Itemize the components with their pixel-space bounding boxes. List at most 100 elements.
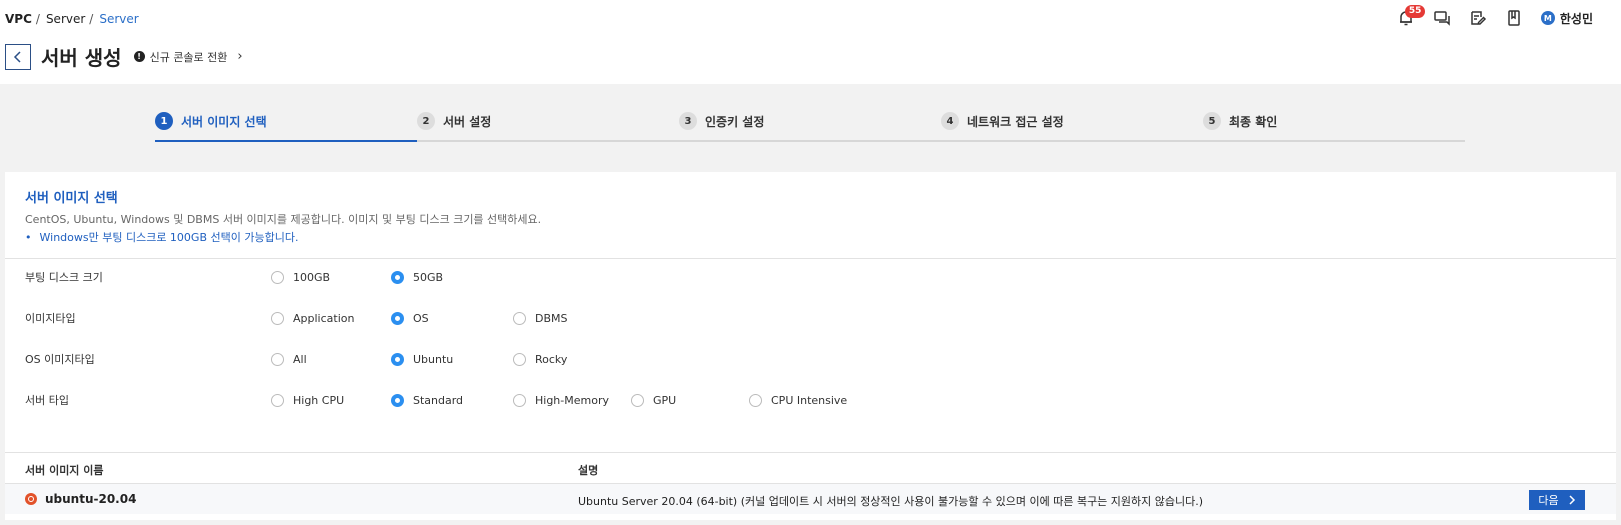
radio-image-application[interactable]: Application xyxy=(271,311,355,325)
section-note: Windows만 부팅 디스크로 100GB 선택이 가능합니다. xyxy=(25,229,299,245)
radio-circle xyxy=(749,393,762,407)
step-label: 인증키 설정 xyxy=(705,114,765,129)
server-type-row: 서버 타입 High CPU Standard High-Memory GPU … xyxy=(25,391,1525,409)
radio-circle xyxy=(391,352,404,366)
image-type-row: 이미지타입 Application OS DBMS xyxy=(25,309,1525,327)
radio-circle xyxy=(513,352,526,366)
boot-disk-label: 부팅 디스크 크기 xyxy=(25,271,103,284)
breadcrumb-server[interactable]: Server xyxy=(46,12,85,26)
radio-circle xyxy=(271,352,284,366)
radio-boot-100gb[interactable]: 100GB xyxy=(271,270,331,284)
back-button[interactable] xyxy=(5,43,31,70)
radio-server-high-cpu[interactable]: High CPU xyxy=(271,393,345,407)
radio-circle xyxy=(513,393,526,407)
divider xyxy=(5,258,1616,259)
radio-label: Application xyxy=(293,311,355,325)
next-button[interactable]: 다음 xyxy=(1529,490,1585,510)
step-label: 서버 설정 xyxy=(443,114,492,129)
header-icons: 55 M 한성민 xyxy=(1397,5,1593,27)
next-button-label: 다음 xyxy=(1538,495,1559,507)
step-server-image[interactable]: 1 서버 이미지 선택 xyxy=(155,110,417,142)
breadcrumb-separator: / xyxy=(89,12,94,26)
table-top-border xyxy=(5,452,1616,453)
ubuntu-logo-icon xyxy=(25,493,37,505)
info-icon: ! xyxy=(133,51,145,62)
image-name-cell: ubuntu-20.04 xyxy=(25,492,136,506)
radio-os-all[interactable]: All xyxy=(271,352,307,366)
radio-label: CPU Intensive xyxy=(771,393,848,407)
os-image-type-row: OS 이미지타입 All Ubuntu Rocky xyxy=(25,350,1525,368)
avatar: M xyxy=(1540,11,1555,25)
server-image-panel: 서버 이미지 선택 CentOS, Ubuntu, Windows 및 DBMS… xyxy=(5,172,1616,520)
column-header-image-name: 서버 이미지 이름 xyxy=(25,464,104,477)
step-final-confirm[interactable]: 5 최종 확인 xyxy=(1203,110,1465,140)
radio-circle xyxy=(271,393,284,407)
radio-image-dbms[interactable]: DBMS xyxy=(513,311,568,325)
chevron-right-icon xyxy=(1569,495,1575,505)
step-number: 2 xyxy=(417,112,435,130)
radio-label: DBMS xyxy=(535,311,568,325)
radio-image-os[interactable]: OS xyxy=(391,311,429,325)
radio-boot-50gb[interactable]: 50GB xyxy=(391,270,444,284)
user-name: 한성민 xyxy=(1559,11,1593,26)
breadcrumb-separator: / xyxy=(35,12,40,26)
radio-label: All xyxy=(293,352,307,366)
table-row[interactable]: ubuntu-20.04 Ubuntu Server 20.04 (64-bit… xyxy=(5,484,1616,514)
radio-server-standard[interactable]: Standard xyxy=(391,393,464,407)
step-number: 4 xyxy=(941,112,959,130)
radio-circle xyxy=(391,393,404,407)
section-description: CentOS, Ubuntu, Windows 및 DBMS 서버 이미지를 제… xyxy=(25,213,542,226)
radio-circle xyxy=(271,311,284,325)
radio-server-high-memory[interactable]: High-Memory xyxy=(513,393,609,407)
radio-label: Rocky xyxy=(535,352,568,366)
radio-label: Ubuntu xyxy=(413,352,454,366)
step-auth-key[interactable]: 3 인증키 설정 xyxy=(679,110,941,140)
step-server-settings[interactable]: 2 서버 설정 xyxy=(417,110,679,140)
radio-label: High CPU xyxy=(293,393,345,407)
image-name: ubuntu-20.04 xyxy=(45,492,137,506)
breadcrumb-vpc[interactable]: VPC xyxy=(5,12,32,26)
breadcrumb: VPC / Server / Server xyxy=(5,12,139,26)
radio-server-cpu-intensive[interactable]: CPU Intensive xyxy=(749,393,848,407)
step-number: 1 xyxy=(155,112,173,130)
title-row: 서버 생성 ! 신규 콘솔로 전환 › xyxy=(5,42,243,71)
step-label: 네트워크 접근 설정 xyxy=(967,114,1064,129)
step-number: 3 xyxy=(679,112,697,130)
breadcrumb-current[interactable]: Server xyxy=(99,12,138,26)
chevron-left-icon xyxy=(13,50,21,63)
notification-count-badge: 55 xyxy=(1404,5,1426,18)
notification-bell-icon[interactable]: 55 xyxy=(1397,5,1426,27)
radio-label: High-Memory xyxy=(535,393,609,407)
radio-label: 100GB xyxy=(293,270,331,284)
user-menu[interactable]: M 한성민 xyxy=(1540,10,1593,27)
top-header: VPC / Server / Server 55 M 한성민 서버 생성 ! 신… xyxy=(0,0,1621,84)
radio-circle xyxy=(391,311,404,325)
chat-icon[interactable] xyxy=(1433,9,1451,27)
step-label: 서버 이미지 선택 xyxy=(181,114,267,129)
radio-circle xyxy=(391,270,404,284)
radio-server-gpu[interactable]: GPU xyxy=(631,393,676,407)
wizard-steps: 1 서버 이미지 선택 2 서버 설정 3 인증키 설정 4 네트워크 접근 설… xyxy=(155,110,1465,142)
radio-os-rocky[interactable]: Rocky xyxy=(513,352,568,366)
new-console-switch[interactable]: ! 신규 콘솔로 전환 › xyxy=(133,49,243,65)
chevron-right-icon: › xyxy=(237,49,243,64)
radio-circle xyxy=(271,270,284,284)
radio-label: Standard xyxy=(413,393,464,407)
image-description: Ubuntu Server 20.04 (64-bit) (커널 업데이트 시 … xyxy=(578,495,1204,508)
radio-os-ubuntu[interactable]: Ubuntu xyxy=(391,352,454,366)
radio-label: 50GB xyxy=(413,270,444,284)
server-type-label: 서버 타입 xyxy=(25,394,69,407)
boot-disk-row: 부팅 디스크 크기 100GB 50GB xyxy=(25,268,1525,286)
step-network-access[interactable]: 4 네트워크 접근 설정 xyxy=(941,110,1203,140)
edit-note-icon[interactable] xyxy=(1469,9,1487,27)
os-image-type-label: OS 이미지타입 xyxy=(25,353,95,366)
page-title: 서버 생성 xyxy=(41,46,122,70)
step-label: 최종 확인 xyxy=(1229,114,1278,129)
step-number: 5 xyxy=(1203,112,1221,130)
image-type-label: 이미지타입 xyxy=(25,312,76,325)
radio-circle xyxy=(631,393,644,407)
radio-label: OS xyxy=(413,311,429,325)
radio-circle xyxy=(513,311,526,325)
book-icon[interactable] xyxy=(1505,9,1523,27)
section-title: 서버 이미지 선택 xyxy=(25,191,118,206)
